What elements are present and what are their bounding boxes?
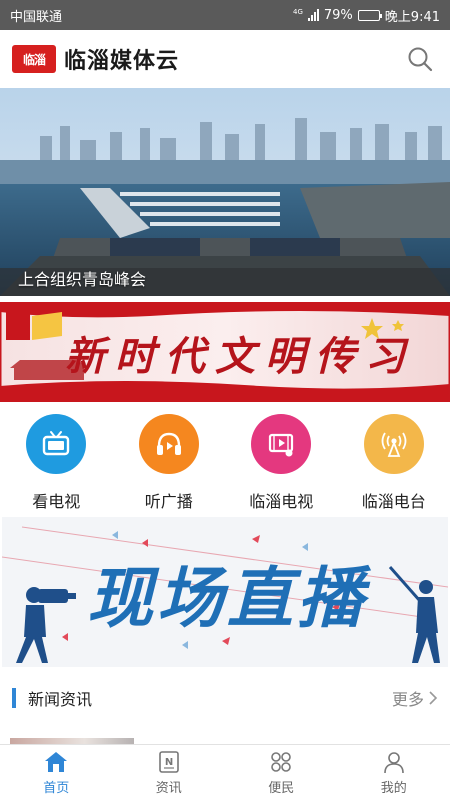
shortcut-linzi-radio[interactable]: 临淄电台	[338, 408, 450, 513]
app-logo: 临淄	[12, 45, 56, 73]
tab-services[interactable]: 便民	[225, 745, 338, 800]
status-bar: 中国联通 4G 79% 晚上9:41	[0, 0, 450, 30]
status-icons: 4G 79% 晚上9:41	[293, 6, 440, 25]
logo-text: 临淄	[22, 52, 46, 67]
hero-image	[0, 88, 450, 296]
shortcut-label: 临淄电台	[361, 492, 426, 511]
search-button[interactable]	[402, 41, 438, 77]
more-label: 更多	[391, 690, 424, 709]
shortcut-label: 听广播	[144, 492, 193, 511]
tab-label: 首页	[43, 780, 70, 796]
radio-tower-icon	[381, 432, 407, 457]
user-icon	[383, 751, 404, 773]
signal-icon	[307, 9, 319, 21]
carrier-label: 中国联通	[10, 9, 63, 25]
bottom-tab-bar: 首页 N 资讯 便民 我的	[0, 744, 450, 800]
news-section-header: 新闻资讯 更多	[0, 676, 450, 720]
tab-label: 我的	[380, 780, 407, 796]
shortcut-label: 临淄电视	[249, 492, 314, 511]
battery-percent: 79%	[323, 7, 353, 23]
shortcut-icon-circle	[251, 414, 312, 474]
live-broadcast-banner[interactable]: 现场直播	[2, 517, 448, 667]
shortcut-watch-tv[interactable]: 看电视	[0, 408, 113, 513]
grid-icon	[271, 751, 292, 772]
tab-news[interactable]: N 资讯	[113, 745, 226, 800]
shortcut-label: 看电视	[32, 492, 81, 511]
shortcut-icon-circle	[138, 414, 199, 474]
video-play-icon	[269, 433, 294, 457]
network-type-label: 4G	[293, 7, 303, 16]
news-more-link[interactable]: 更多	[392, 686, 438, 710]
tab-mine[interactable]: 我的	[338, 745, 450, 800]
home-icon	[45, 751, 68, 772]
app-title: 临淄媒体云	[64, 49, 180, 74]
shortcut-linzi-tv[interactable]: 临淄电视	[225, 408, 338, 513]
news-icon: N	[158, 750, 179, 773]
tv-icon	[43, 431, 70, 456]
shortcut-listen-radio[interactable]: 听广播	[113, 408, 226, 513]
clock: 晚上9:41	[384, 9, 440, 25]
news-section-title: 新闻资讯	[28, 690, 93, 709]
civilization-banner-title: 新时代文明传习	[65, 333, 415, 380]
live-broadcast-title: 现场直播	[87, 560, 367, 637]
tab-label: 便民	[268, 780, 295, 796]
civilization-banner[interactable]: 新时代文明传习	[0, 302, 450, 402]
chevron-right-icon	[429, 691, 438, 705]
search-icon	[408, 47, 433, 72]
battery-icon	[357, 9, 382, 21]
app-header: 临淄 临淄媒体云	[0, 30, 450, 88]
svg-text:N: N	[165, 757, 173, 768]
tab-home[interactable]: 首页	[0, 745, 113, 800]
hero-caption: 上合组织青岛峰会	[18, 270, 147, 289]
shortcut-icon-circle	[26, 414, 87, 474]
section-accent-bar	[12, 688, 16, 708]
shortcut-icon-circle	[363, 414, 424, 474]
shortcut-grid: 看电视 听广播 临淄电视 临淄电台	[0, 408, 450, 513]
headphones-icon	[156, 432, 181, 455]
tab-label: 资讯	[155, 780, 182, 796]
hero-banner[interactable]: 上合组织青岛峰会	[0, 88, 450, 296]
